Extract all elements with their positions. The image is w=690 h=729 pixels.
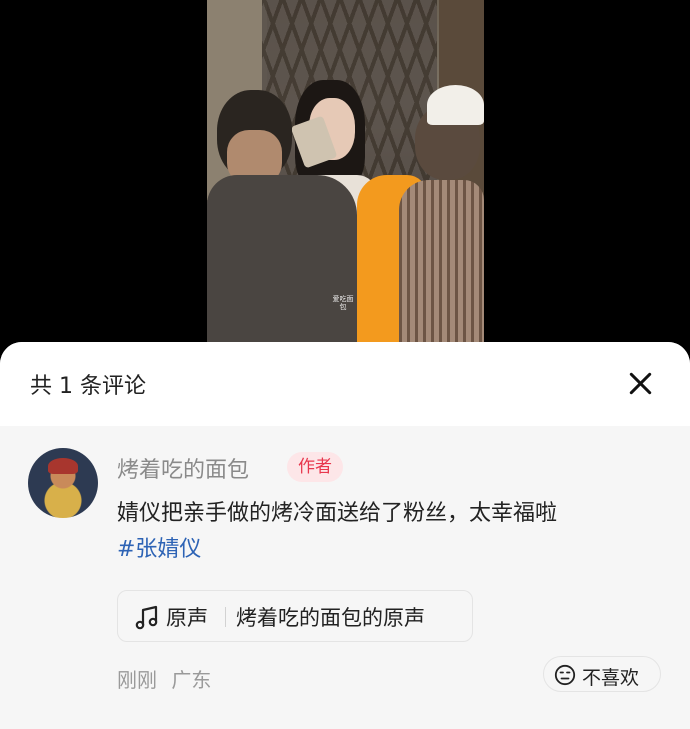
comment-count-title: 共 1 条评论 <box>30 374 146 399</box>
sheet-header: 共 1 条评论 <box>0 342 690 426</box>
avatar[interactable] <box>28 448 98 518</box>
comment-item: 烤着吃的面包 作者 婧仪把亲手做的烤冷面送给了粉丝，太幸福啦 #张婧仪 原声 烤… <box>0 426 690 729</box>
sound-title: 烤着吃的面包的原声 <box>236 606 425 630</box>
comment-text: 婧仪把亲手做的烤冷面送给了粉丝，太幸福啦 <box>117 501 558 526</box>
comment-meta: 刚刚 广东 <box>117 664 211 693</box>
sound-divider <box>225 607 226 627</box>
hashtag-link[interactable]: #张婧仪 <box>117 532 201 568</box>
comment-time: 刚刚 <box>117 668 157 692</box>
author-badge: 作者 <box>287 452 343 482</box>
video-frame[interactable]: 爱吃面包 <box>207 0 484 345</box>
video-area[interactable]: 爱吃面包 <box>0 0 690 360</box>
comments-sheet: 共 1 条评论 烤着吃的面包 作者 婧仪把亲手做的烤冷面送给了粉丝，太幸福啦 #… <box>0 342 690 729</box>
original-sound-chip[interactable]: 原声 烤着吃的面包的原声 <box>117 590 473 642</box>
comment-author-name[interactable]: 烤着吃的面包 <box>117 452 249 484</box>
dislike-label: 不喜欢 <box>582 667 640 689</box>
dislike-button[interactable]: 不喜欢 <box>543 656 661 692</box>
sound-label: 原声 <box>166 606 208 630</box>
close-icon[interactable] <box>618 362 662 406</box>
music-note-icon <box>135 605 158 630</box>
video-watermark: 爱吃面包 <box>332 295 354 311</box>
meh-face-icon <box>554 664 576 686</box>
video-man-right-figure <box>377 85 484 345</box>
comment-location: 广东 <box>171 668 212 692</box>
